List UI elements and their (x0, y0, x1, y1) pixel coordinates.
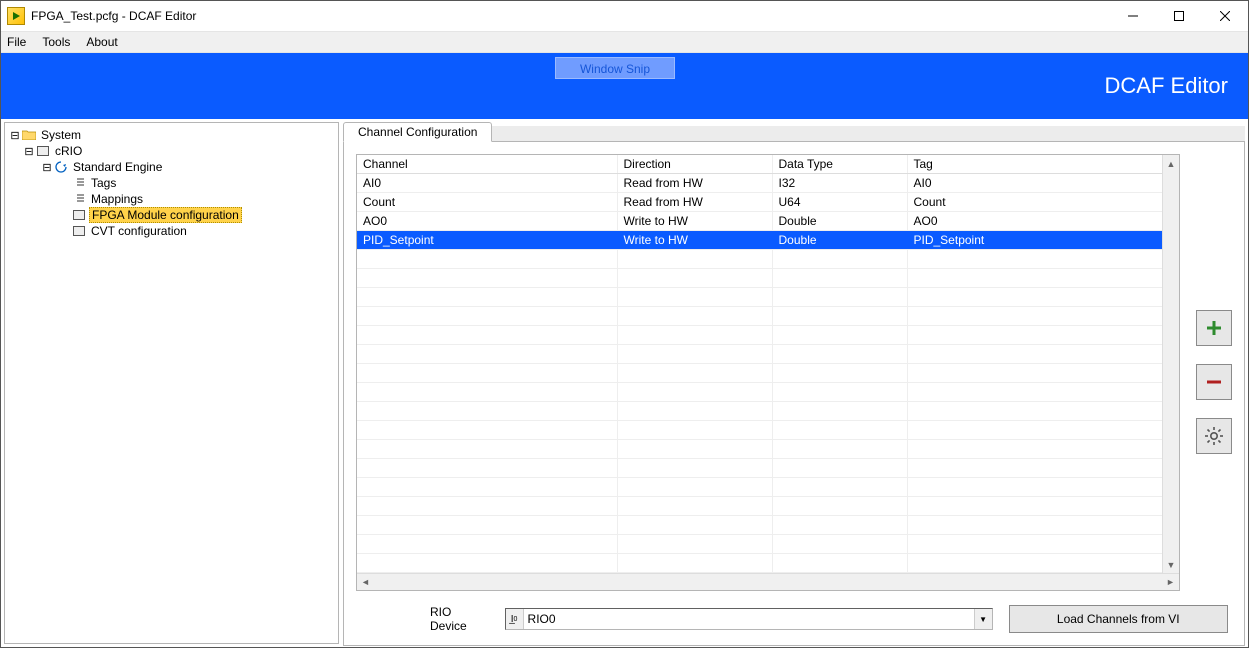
col-header-tag[interactable]: Tag (907, 155, 1179, 174)
table-row[interactable] (357, 459, 1179, 478)
banner: Window Snip DCAF Editor (1, 53, 1248, 119)
cell-tag: AO0 (907, 212, 1179, 231)
load-channels-button[interactable]: Load Channels from VI (1009, 605, 1228, 633)
plus-icon (1204, 318, 1224, 338)
minimize-button[interactable] (1110, 1, 1156, 31)
window-title: FPGA_Test.pcfg - DCAF Editor (31, 9, 196, 23)
table-row[interactable] (357, 402, 1179, 421)
tree-item-mappings[interactable]: Mappings (5, 191, 338, 207)
collapse-icon[interactable]: ⊟ (9, 129, 21, 142)
tree-item-tags[interactable]: Tags (5, 175, 338, 191)
minus-icon (1204, 372, 1224, 392)
table-row[interactable] (357, 288, 1179, 307)
tree-item-system[interactable]: ⊟ System (5, 127, 338, 143)
title-bar: FPGA_Test.pcfg - DCAF Editor (1, 1, 1248, 31)
settings-button[interactable] (1196, 418, 1232, 454)
close-button[interactable] (1202, 1, 1248, 31)
menu-tools[interactable]: Tools (42, 35, 70, 49)
cell-direction: Write to HW (617, 231, 772, 250)
scroll-left-icon[interactable]: ◄ (357, 574, 374, 590)
index-stepper-icon[interactable]: I̲0 (506, 609, 524, 629)
table-row[interactable] (357, 383, 1179, 402)
tree-item-engine[interactable]: ⊟ Standard Engine (5, 159, 338, 175)
rio-device-label: RIO Device (430, 605, 489, 633)
cell-channel: AI0 (357, 174, 617, 193)
cell-tag: PID_Setpoint (907, 231, 1179, 250)
horizontal-scrollbar[interactable]: ◄ ► (357, 573, 1179, 590)
tree-pane: ⊟ System ⊟ cRIO ⊟ Standard Engine Tags M… (4, 122, 339, 644)
gear-icon (1204, 426, 1224, 446)
cell-datatype: Double (772, 231, 907, 250)
table-row[interactable]: CountRead from HWU64Count (357, 193, 1179, 212)
tree-item-cvt[interactable]: CVT configuration (5, 223, 338, 239)
channel-table: Channel Direction Data Type Tag AI0Read … (356, 154, 1180, 591)
table-row[interactable]: AO0Write to HWDoubleAO0 (357, 212, 1179, 231)
remove-button[interactable] (1196, 364, 1232, 400)
scroll-right-icon[interactable]: ► (1162, 574, 1179, 590)
app-icon (7, 7, 25, 25)
list-icon (71, 176, 87, 190)
add-button[interactable] (1196, 310, 1232, 346)
collapse-icon[interactable]: ⊟ (23, 145, 35, 158)
table-row[interactable] (357, 440, 1179, 459)
tree-item-crio[interactable]: ⊟ cRIO (5, 143, 338, 159)
col-header-datatype[interactable]: Data Type (772, 155, 907, 174)
cell-channel: Count (357, 193, 617, 212)
cell-direction: Read from HW (617, 193, 772, 212)
cell-datatype: I32 (772, 174, 907, 193)
rio-device-value: RIO0 (524, 612, 974, 626)
table-header-row[interactable]: Channel Direction Data Type Tag (357, 155, 1179, 174)
cell-datatype: Double (772, 212, 907, 231)
module-icon (71, 208, 87, 222)
menu-bar: File Tools About (1, 31, 1248, 53)
list-icon (71, 192, 87, 206)
window-snip-overlay: Window Snip (555, 57, 675, 79)
cell-channel: AO0 (357, 212, 617, 231)
cell-tag: Count (907, 193, 1179, 212)
cell-datatype: U64 (772, 193, 907, 212)
scroll-up-icon[interactable]: ▲ (1163, 155, 1179, 172)
cell-direction: Read from HW (617, 174, 772, 193)
maximize-button[interactable] (1156, 1, 1202, 31)
col-header-direction[interactable]: Direction (617, 155, 772, 174)
cell-channel: PID_Setpoint (357, 231, 617, 250)
tree-item-fpga[interactable]: FPGA Module configuration (5, 207, 338, 223)
table-row[interactable] (357, 364, 1179, 383)
rio-device-select[interactable]: I̲0 RIO0 ▼ (505, 608, 993, 630)
chevron-down-icon[interactable]: ▼ (974, 609, 992, 629)
collapse-icon[interactable]: ⊟ (41, 161, 53, 174)
table-row[interactable] (357, 269, 1179, 288)
refresh-icon (53, 160, 69, 174)
scroll-down-icon[interactable]: ▼ (1163, 556, 1179, 573)
vertical-scrollbar[interactable]: ▲ ▼ (1162, 155, 1179, 573)
table-row[interactable] (357, 478, 1179, 497)
table-row[interactable] (357, 554, 1179, 573)
menu-file[interactable]: File (7, 35, 26, 49)
table-row[interactable] (357, 250, 1179, 269)
device-icon (35, 144, 51, 158)
cell-direction: Write to HW (617, 212, 772, 231)
table-row[interactable]: PID_SetpointWrite to HWDoublePID_Setpoin… (357, 231, 1179, 250)
table-row[interactable] (357, 516, 1179, 535)
tab-strip: Channel Configuration (343, 122, 1245, 142)
content-pane: Channel Configuration Channel Direction … (343, 122, 1245, 644)
table-row[interactable] (357, 326, 1179, 345)
table-row[interactable] (357, 535, 1179, 554)
banner-title: DCAF Editor (1105, 73, 1228, 99)
table-row[interactable] (357, 345, 1179, 364)
table-row[interactable] (357, 307, 1179, 326)
cell-tag: AI0 (907, 174, 1179, 193)
table-row[interactable]: AI0Read from HWI32AI0 (357, 174, 1179, 193)
table-row[interactable] (357, 421, 1179, 440)
module-icon (71, 224, 87, 238)
tab-channel-configuration[interactable]: Channel Configuration (343, 122, 492, 142)
table-row[interactable] (357, 497, 1179, 516)
col-header-channel[interactable]: Channel (357, 155, 617, 174)
menu-about[interactable]: About (86, 35, 117, 49)
folder-icon (21, 128, 37, 142)
